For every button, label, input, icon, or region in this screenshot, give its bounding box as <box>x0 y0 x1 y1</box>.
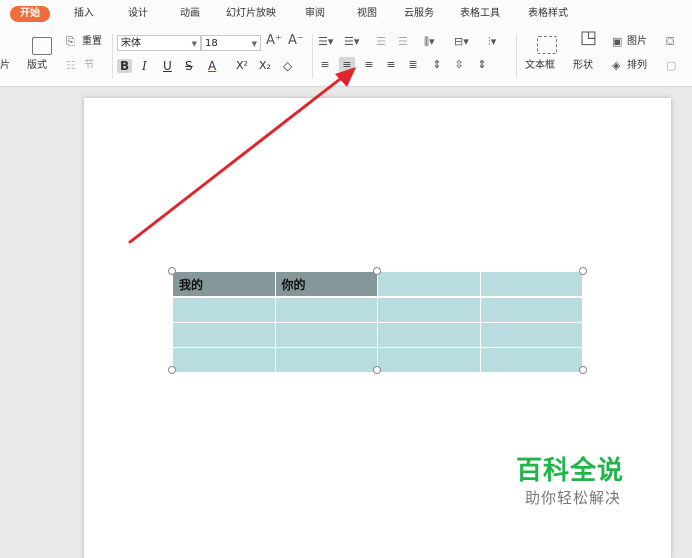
watermark-subtitle: 助你轻松解决 <box>525 489 622 507</box>
watermark-title: 百科全说 <box>516 456 625 486</box>
